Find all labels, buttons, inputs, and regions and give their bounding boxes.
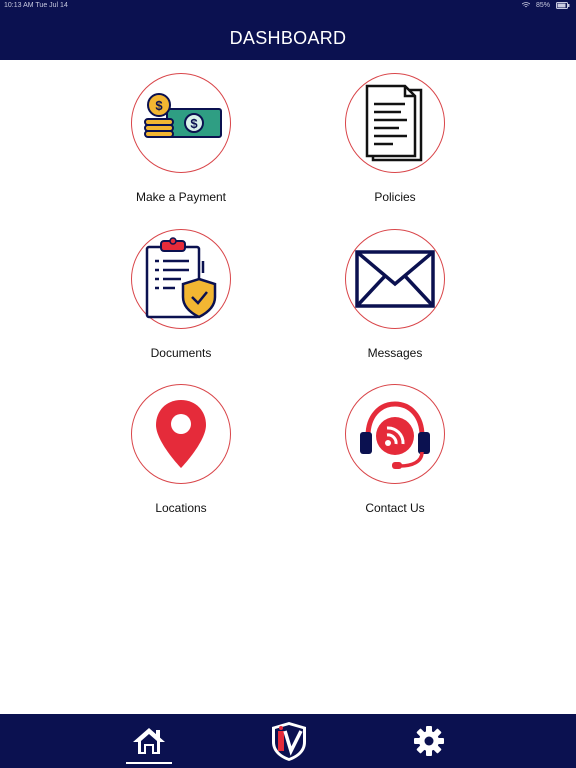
messages-button[interactable]: [345, 229, 445, 329]
policies-button[interactable]: [345, 73, 445, 173]
tab-settings[interactable]: [399, 714, 459, 768]
gear-icon: [414, 726, 444, 756]
policy-document-icon: [365, 84, 423, 162]
status-bar: 10:13 AM Tue Jul 14 85%: [0, 0, 576, 14]
shield-logo-icon: [272, 722, 306, 761]
tile-label: Locations: [155, 501, 207, 515]
tab-home[interactable]: [119, 714, 179, 768]
location-pin-icon: [156, 400, 206, 468]
tile-locations[interactable]: Locations: [81, 384, 281, 515]
page-title: DASHBOARD: [229, 28, 347, 48]
tile-label: Documents: [150, 346, 212, 360]
battery-percent: 85%: [535, 2, 550, 9]
tile-contact-us[interactable]: Contact Us: [295, 384, 495, 515]
tile-label: Messages: [367, 346, 423, 360]
tile-label: Policies: [374, 190, 416, 204]
status-time-date: 10:13 AM Tue Jul 14: [4, 2, 68, 9]
clipboard-shield-icon: [145, 237, 217, 319]
tile-messages[interactable]: Messages: [295, 229, 495, 360]
documents-button[interactable]: [131, 229, 231, 329]
tile-make-a-payment[interactable]: $ $ Make a Payment: [81, 73, 281, 204]
home-icon: [133, 728, 165, 754]
contact-us-button[interactable]: [345, 384, 445, 484]
status-time: 10:13 AM: [4, 2, 34, 9]
status-indicators: 85%: [521, 2, 570, 9]
svg-text:$: $: [190, 116, 198, 131]
bottom-tab-bar: [0, 714, 576, 768]
locations-button[interactable]: [131, 384, 231, 484]
tile-policies[interactable]: Policies: [295, 73, 495, 204]
tile-label: Make a Payment: [135, 190, 227, 204]
active-tab-indicator: [126, 762, 172, 764]
battery-icon: [556, 2, 570, 9]
make-a-payment-button[interactable]: $ $: [131, 73, 231, 173]
headset-icon: [360, 401, 430, 469]
app-header: DASHBOARD: [0, 14, 576, 60]
tile-label: Contact Us: [365, 501, 425, 515]
svg-text:$: $: [155, 98, 163, 113]
tile-documents[interactable]: Documents: [81, 229, 281, 360]
payment-icon: $ $: [144, 93, 222, 138]
tab-brand[interactable]: [259, 714, 319, 768]
wifi-icon: [521, 2, 530, 8]
status-date: Tue Jul 14: [35, 2, 68, 9]
envelope-icon: [355, 250, 435, 308]
